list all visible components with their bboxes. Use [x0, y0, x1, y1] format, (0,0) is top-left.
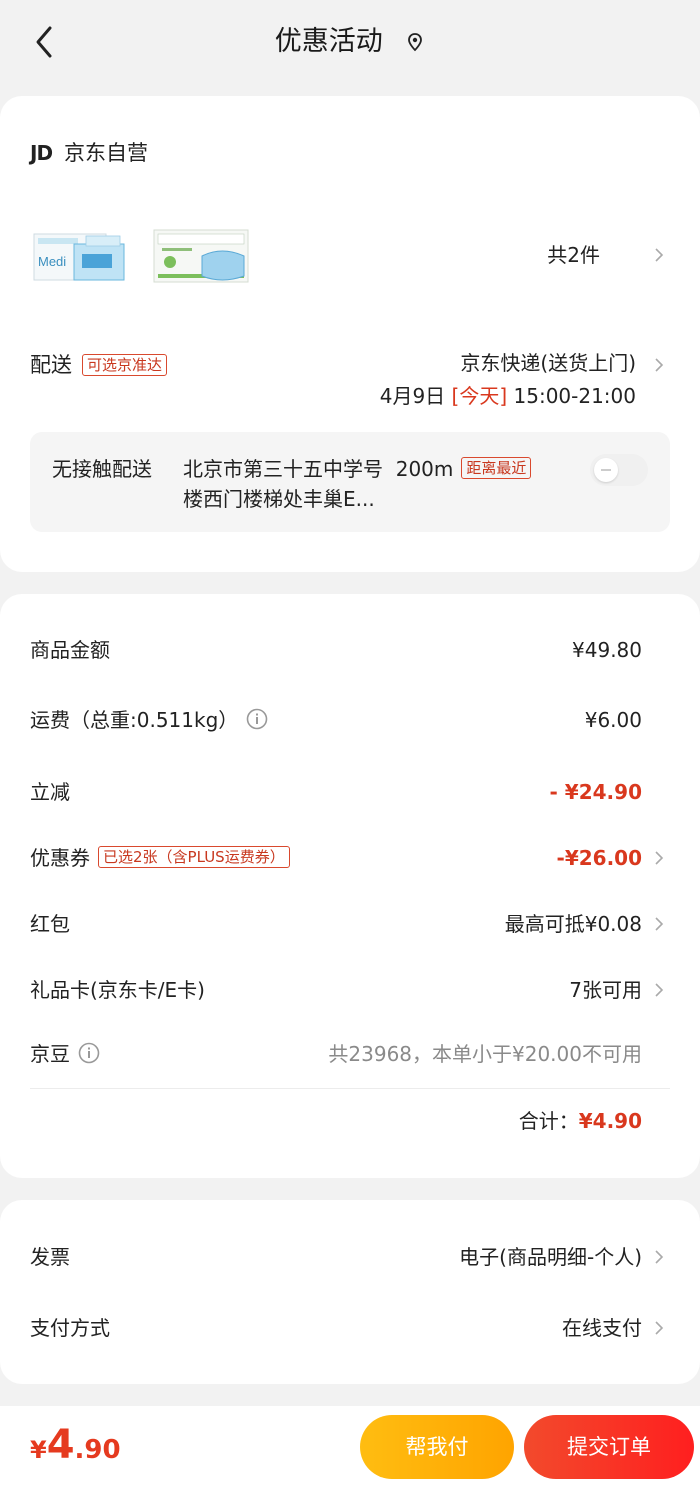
price-integer: 4: [46, 1422, 75, 1468]
row-value: ¥49.80: [572, 638, 642, 662]
submit-order-button[interactable]: 提交订单: [524, 1415, 694, 1479]
row-label: 商品金额: [30, 638, 110, 662]
row-label: 红包: [30, 912, 70, 936]
contactless-toggle[interactable]: [590, 454, 648, 486]
row-label-wrap: 优惠券 已选2张（含PLUS运费券）: [30, 843, 290, 873]
row-value: 最高可抵¥0.08: [504, 912, 642, 936]
page-title: 优惠活动: [274, 26, 383, 57]
header-bar: 优惠活动: [0, 0, 700, 84]
page-title-wrap: 优惠活动: [0, 22, 700, 62]
row-value: - ¥24.90: [549, 780, 642, 804]
delivery-time-slot: 15:00-21:00: [513, 384, 637, 408]
invoice-label: 发票: [30, 1245, 70, 1269]
info-icon[interactable]: [246, 708, 268, 730]
locker-name: 北京市第三十五中学号: [183, 457, 383, 481]
chevron-right-icon: [655, 1250, 664, 1264]
chevron-right-icon: [655, 917, 664, 931]
invoice-value: 电子(商品明细-个人): [459, 1245, 642, 1269]
summary-row-gift-card[interactable]: 礼品卡(京东卡/E卡) 7张可用: [30, 970, 670, 1010]
delivery-label: 配送: [30, 353, 72, 377]
shop-name: 京东自营: [64, 141, 149, 165]
locker-distance: 200m: [395, 457, 454, 481]
row-value: 共23968，本单小于¥20.00不可用: [328, 1042, 642, 1066]
invoice-row[interactable]: 发票 电子(商品明细-个人): [30, 1237, 670, 1277]
row-label: 运费（总重:0.511kg）: [30, 708, 239, 732]
row-label: 礼品卡(京东卡/E卡): [30, 978, 205, 1002]
shop-header: JD 京东自营: [30, 138, 148, 168]
row-label: 立减: [30, 780, 70, 804]
product-image-surgical-mask: [153, 229, 249, 283]
svg-text:Medi: Medi: [38, 254, 66, 269]
payment-method-row[interactable]: 支付方式 在线支付: [30, 1308, 670, 1348]
payment-label: 支付方式: [30, 1316, 110, 1340]
today-marker: [今天]: [451, 384, 508, 408]
row-value: ¥6.00: [584, 708, 642, 732]
location-pin-icon[interactable]: [405, 32, 425, 52]
summary-row-shipping: 运费（总重:0.511kg） ¥6.00: [30, 700, 670, 740]
price-decimal: .90: [74, 1435, 121, 1465]
order-shop-card: JD 京东自营 Medi 共2件 配送 可选京准达 京东快递(送货上门) 4月9…: [0, 96, 700, 572]
info-icon[interactable]: [78, 1042, 100, 1064]
checkout-footer: ¥4.90 帮我付 提交订单: [0, 1406, 700, 1489]
delivery-option-tag[interactable]: 可选京准达: [82, 354, 168, 376]
payment-value: 在线支付: [562, 1316, 642, 1340]
contactless-delivery-box: 无接触配送 北京市第三十五中学号 200m 距离最近 楼西门楼梯处丰巢E...: [30, 432, 670, 532]
summary-row-red-packet[interactable]: 红包 最高可抵¥0.08: [30, 904, 670, 944]
total-label: 合计：: [518, 1109, 579, 1133]
row-value: -¥26.00: [556, 846, 642, 870]
coupon-selected-tag: 已选2张（含PLUS运费券）: [98, 846, 290, 868]
chevron-right-icon: [655, 358, 664, 372]
divider: [30, 1088, 670, 1089]
locker-address-line2: 楼西门楼梯处丰巢E...: [183, 487, 375, 511]
row-label: 京豆: [30, 1042, 70, 1066]
item-count: 共2件: [547, 243, 600, 267]
summary-row-jd-beans: 京豆 共23968，本单小于¥20.00不可用: [30, 1034, 670, 1074]
chevron-right-icon: [655, 983, 664, 997]
nearest-tag: 距离最近: [461, 457, 532, 479]
product-image-mask-box: Medi: [33, 233, 125, 281]
delivery-method[interactable]: 京东快递(送货上门): [460, 348, 636, 378]
product-list[interactable]: Medi 共2件: [30, 226, 670, 286]
row-label-wrap: 运费（总重:0.511kg）: [30, 705, 268, 735]
price-currency: ¥: [30, 1436, 47, 1464]
summary-row-coupon[interactable]: 优惠券 已选2张（含PLUS运费券） -¥26.00: [30, 838, 670, 878]
summary-row-instant-discount: 立减 - ¥24.90: [30, 772, 670, 812]
price-summary-card: 商品金额 ¥49.80 运费（总重:0.511kg） ¥6.00 立减 - ¥2…: [0, 594, 700, 1178]
contactless-label: 无接触配送: [52, 457, 152, 481]
row-value: 7张可用: [569, 978, 642, 1002]
jd-logo: JD: [30, 141, 53, 165]
chevron-right-icon: [655, 1321, 664, 1335]
row-label-wrap: 京豆: [30, 1039, 100, 1069]
summary-row-goods-amount: 商品金额 ¥49.80: [30, 630, 670, 670]
footer-total-price: ¥4.90: [30, 1422, 121, 1476]
chevron-right-icon: [655, 851, 664, 865]
invoice-payment-card: 发票 电子(商品明细-个人) 支付方式 在线支付: [0, 1200, 700, 1384]
chevron-right-icon: [655, 248, 664, 262]
row-label: 优惠券: [30, 846, 90, 870]
delivery-time: 4月9日 [今天] 15:00-21:00: [380, 381, 636, 411]
help-pay-button[interactable]: 帮我付: [360, 1415, 514, 1479]
total-value: ¥4.90: [578, 1109, 642, 1133]
locker-address-line1: 北京市第三十五中学号 200m 距离最近: [183, 454, 583, 484]
delivery-date: 4月9日: [379, 384, 446, 408]
toggle-knob: [594, 458, 618, 482]
locker-address: 北京市第三十五中学号 200m 距离最近 楼西门楼梯处丰巢E...: [183, 454, 583, 514]
order-total: 合计：¥4.90: [519, 1106, 642, 1136]
